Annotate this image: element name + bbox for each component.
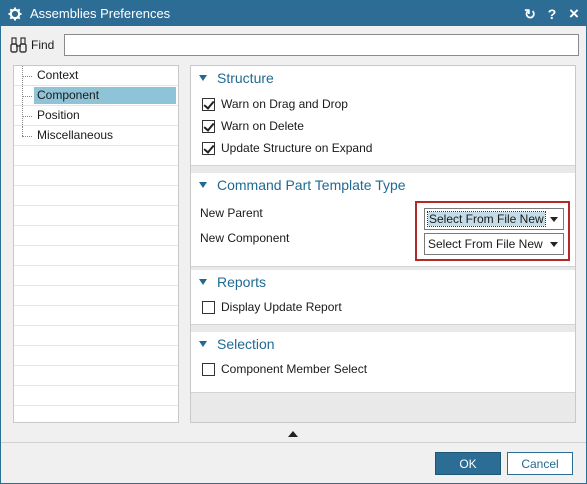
dialog-footer: OK Cancel (1, 442, 586, 483)
selection-header[interactable]: Selection (191, 332, 575, 356)
option-label: Display Update Report (221, 300, 342, 314)
warn-drag-drop-option[interactable]: Warn on Drag and Drop (191, 93, 575, 115)
collapse-triangle-icon (199, 75, 207, 81)
select-value: Select From File New (427, 211, 546, 227)
display-update-report-checkbox[interactable] (202, 300, 215, 314)
chevron-down-icon (550, 217, 558, 222)
structure-section: Structure Warn on Drag and Drop Warn on … (191, 66, 575, 166)
ok-button[interactable]: OK (435, 452, 501, 475)
title-bar: Assemblies Preferences ↻ ? × (1, 1, 586, 26)
warn-drag-drop-checkbox[interactable] (202, 97, 215, 111)
binoculars-icon (9, 35, 29, 55)
reports-section: Reports Display Update Report (191, 270, 575, 325)
template-header[interactable]: Command Part Template Type (191, 173, 575, 197)
option-label: Warn on Delete (221, 119, 304, 133)
find-row: Find (9, 33, 579, 57)
new-component-label: New Component (200, 230, 290, 245)
template-section: Command Part Template Type New Parent Ne… (191, 173, 575, 267)
close-icon[interactable]: × (568, 5, 580, 22)
collapse-triangle-icon (199, 182, 207, 188)
settings-panel: Structure Warn on Drag and Drop Warn on … (190, 65, 576, 423)
collapse-triangle-icon (199, 279, 207, 285)
tree-item-component[interactable]: Component (14, 86, 178, 105)
section-title: Reports (217, 274, 267, 290)
new-component-select[interactable]: Select From File New (424, 233, 564, 255)
update-structure-checkbox[interactable] (202, 141, 215, 155)
tree-item-label: Position (37, 108, 80, 122)
gear-icon (8, 7, 22, 21)
new-parent-label: New Parent (200, 205, 263, 220)
find-label: Find (31, 38, 55, 52)
dialog-window: Assemblies Preferences ↻ ? × Find Contex… (0, 0, 587, 484)
option-label: Component Member Select (221, 362, 368, 376)
option-label: Update Structure on Expand (221, 141, 373, 155)
section-title: Command Part Template Type (217, 177, 406, 193)
component-member-select-checkbox[interactable] (202, 362, 215, 376)
tree-item-label: Context (37, 68, 79, 82)
structure-header[interactable]: Structure (191, 66, 575, 90)
category-tree: Context Component Position Miscellaneous (13, 65, 179, 423)
select-value: Select From File New (428, 237, 543, 251)
cancel-button[interactable]: Cancel (507, 452, 573, 475)
tree-item-label: Miscellaneous (37, 128, 114, 142)
tree-item-label: Component (34, 87, 176, 104)
help-icon[interactable]: ? (546, 6, 558, 22)
tree-item-context[interactable]: Context (14, 66, 178, 85)
section-title: Selection (217, 336, 275, 352)
reset-icon[interactable]: ↻ (524, 6, 536, 22)
component-member-select-option[interactable]: Component Member Select (191, 358, 575, 380)
expand-up-icon[interactable] (288, 431, 298, 437)
tree-item-miscellaneous[interactable]: Miscellaneous (14, 126, 178, 145)
display-update-report-option[interactable]: Display Update Report (191, 296, 575, 318)
tree-item-position[interactable]: Position (14, 106, 178, 125)
window-title: Assemblies Preferences (30, 6, 171, 21)
warn-delete-checkbox[interactable] (202, 119, 215, 133)
selection-section: Selection Component Member Select (191, 332, 575, 393)
find-input[interactable] (64, 34, 579, 56)
update-structure-option[interactable]: Update Structure on Expand (191, 137, 575, 159)
option-label: Warn on Drag and Drop (221, 97, 348, 111)
warn-delete-option[interactable]: Warn on Delete (191, 115, 575, 137)
collapse-triangle-icon (199, 341, 207, 347)
new-parent-select[interactable]: Select From File New (424, 208, 564, 230)
section-title: Structure (217, 70, 274, 86)
chevron-down-icon (550, 242, 558, 247)
reports-header[interactable]: Reports (191, 270, 575, 294)
